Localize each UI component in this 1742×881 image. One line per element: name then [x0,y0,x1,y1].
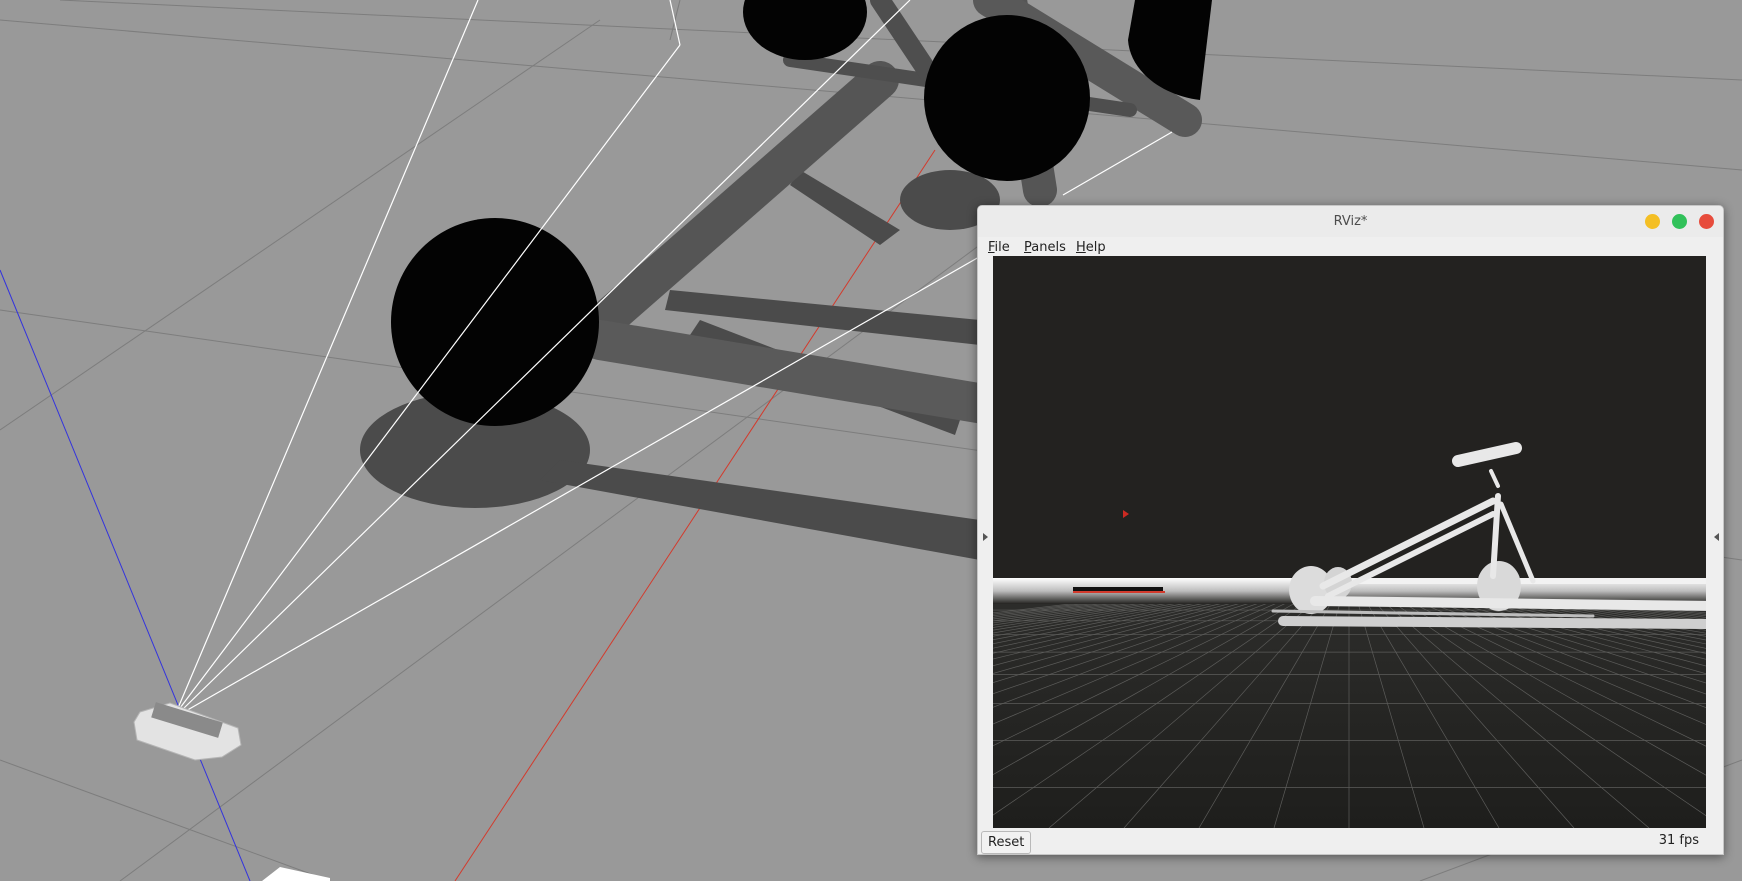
left-panel-toggle-icon[interactable] [983,533,988,541]
rviz-window[interactable]: RViz* File Panels Help Reset 31 fps [977,205,1724,855]
menu-help-label: elp [1085,240,1106,255]
menu-file[interactable]: File [988,240,1010,255]
close-button[interactable] [1699,214,1714,229]
minimize-button[interactable] [1645,214,1660,229]
status-bar: Reset 31 fps [978,828,1723,854]
menu-help-mnemonic: H [1076,240,1086,255]
fps-counter: 31 fps [1658,833,1699,848]
maximize-button[interactable] [1672,214,1687,229]
rviz-floor [993,578,1706,828]
menu-help[interactable]: Help [1076,240,1106,255]
menu-panels-label: anels [1031,240,1066,255]
menu-panels[interactable]: Panels [1024,240,1066,255]
rviz-3d-view[interactable] [993,256,1706,828]
wheel-sphere-front [391,218,599,426]
wheel-sphere-rear [924,15,1090,181]
title-bar[interactable]: RViz* [978,206,1723,238]
window-title: RViz* [1333,214,1368,229]
menu-file-label: ile [994,240,1010,255]
right-panel-toggle-icon[interactable] [1714,533,1719,541]
reset-button[interactable]: Reset [981,831,1032,854]
